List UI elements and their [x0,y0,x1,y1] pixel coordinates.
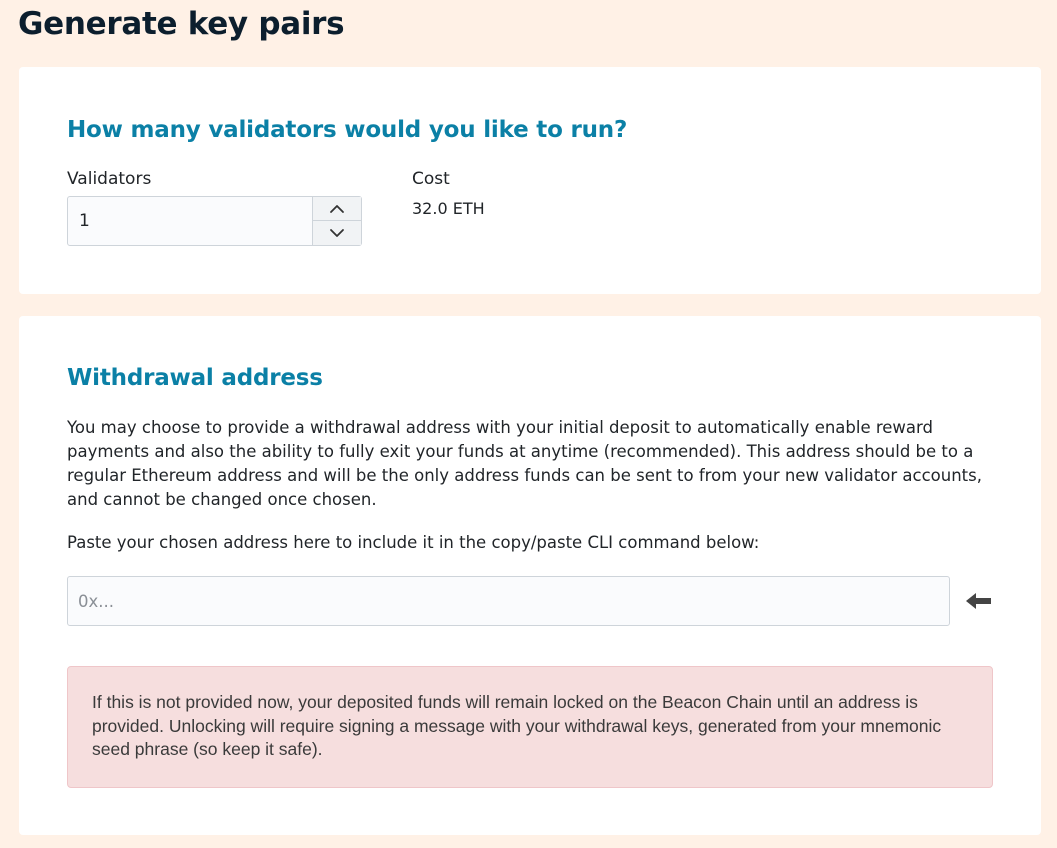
withdrawal-address-input[interactable] [67,576,950,626]
withdrawal-card: Withdrawal address You may choose to pro… [19,316,1041,835]
page-title: Generate key pairs [18,6,345,42]
paste-address-label: Paste your chosen address here to includ… [67,533,760,552]
chevron-up-icon [330,204,344,213]
warning-alert: If this is not provided now, your deposi… [67,666,993,788]
increment-button[interactable] [313,197,361,221]
validators-stepper [312,197,361,245]
warning-text: If this is not provided now, your deposi… [92,692,942,759]
withdrawal-heading: Withdrawal address [67,365,323,391]
chevron-down-icon [330,229,344,237]
validators-number-input[interactable]: 1 [67,196,362,246]
arrow-left-icon [966,593,991,609]
validators-card: How many validators would you like to ru… [19,67,1041,294]
validators-heading: How many validators would you like to ru… [67,117,628,143]
withdrawal-description: You may choose to provide a withdrawal a… [67,418,982,509]
decrement-button[interactable] [313,221,361,245]
validators-label: Validators [67,169,152,189]
validators-value[interactable]: 1 [79,211,90,231]
cost-value: 32.0 ETH [412,199,485,218]
cost-label: Cost [412,169,450,189]
page: Generate key pairs How many validators w… [0,0,1057,848]
